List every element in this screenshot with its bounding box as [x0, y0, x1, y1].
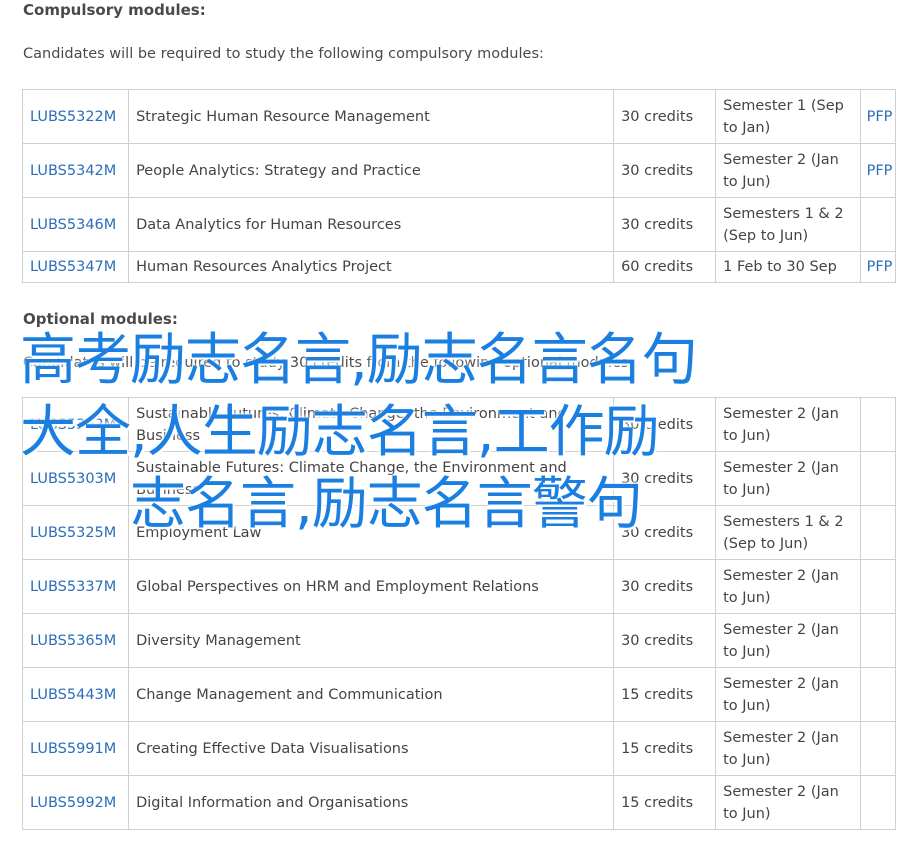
optional-modules-intro: Candidates will be required to study 30 …	[23, 355, 634, 371]
module-title: Creating Effective Data Visualisations	[128, 721, 615, 776]
module-semester: Semesters 1 & 2 (Sep to Jun)	[715, 505, 861, 560]
compulsory-modules-table: LUBS5322M Strategic Human Resource Manag…	[21, 89, 897, 283]
module-title: Sustainable Futures: Climate Change, the…	[128, 451, 615, 506]
module-code-link[interactable]: LUBS5325M	[30, 525, 116, 541]
module-code-link[interactable]: LUBS5337M	[30, 579, 116, 595]
module-title: Human Resources Analytics Project	[128, 251, 615, 283]
module-pfp	[859, 451, 897, 506]
module-listing-page: Compulsory modules: Candidates will be r…	[0, 0, 916, 845]
module-title: Sustainable Futures: Climate Change, the…	[128, 397, 615, 452]
module-credits: 30 credits	[613, 397, 717, 452]
pfp-link[interactable]: PFP	[867, 259, 893, 275]
module-code-link[interactable]: LUBS5347M	[30, 259, 116, 275]
table-row: LUBS5342M People Analytics: Strategy and…	[21, 143, 897, 198]
module-semester: Semester 2 (Jan to Jun)	[715, 143, 861, 198]
module-pfp	[859, 613, 897, 668]
table-row: LUBS5365M Diversity Management 30 credit…	[21, 613, 897, 668]
module-pfp	[859, 397, 897, 452]
module-semester: Semester 2 (Jan to Jun)	[715, 397, 861, 452]
module-code-link[interactable]: LUBS5365M	[30, 633, 116, 649]
table-row: LUBS5347M Human Resources Analytics Proj…	[21, 251, 897, 283]
table-row: LUBS5991M Creating Effective Data Visual…	[21, 721, 897, 776]
module-code-link[interactable]: LUBS5303M	[30, 471, 116, 487]
module-credits: 30 credits	[613, 451, 717, 506]
module-semester: 1 Feb to 30 Sep	[715, 251, 861, 283]
module-semester: Semester 2 (Jan to Jun)	[715, 613, 861, 668]
module-title: People Analytics: Strategy and Practice	[128, 143, 615, 198]
pfp-link[interactable]: PFP	[867, 109, 893, 125]
table-row: LUBS5325M Employment Law 30 credits Seme…	[21, 505, 897, 560]
module-semester: Semesters 1 & 2 (Sep to Jun)	[715, 197, 861, 252]
module-code-link[interactable]: LUBS5991M	[30, 741, 116, 757]
module-credits: 30 credits	[613, 505, 717, 560]
table-row: LUBS5337M Global Perspectives on HRM and…	[21, 559, 897, 614]
module-code-link[interactable]: LUBS5302M	[30, 417, 116, 433]
pfp-link[interactable]: PFP	[867, 163, 893, 179]
module-pfp	[859, 775, 897, 830]
table-row: LUBS5443M Change Management and Communic…	[21, 667, 897, 722]
module-code-link[interactable]: LUBS5342M	[30, 163, 116, 179]
compulsory-modules-intro: Candidates will be required to study the…	[23, 46, 544, 62]
module-title: Diversity Management	[128, 613, 615, 668]
module-credits: 30 credits	[613, 89, 717, 144]
module-semester: Semester 2 (Jan to Jun)	[715, 775, 861, 830]
module-credits: 15 credits	[613, 721, 717, 776]
module-semester: Semester 2 (Jan to Jun)	[715, 451, 861, 506]
module-title: Change Management and Communication	[128, 667, 615, 722]
table-row: LUBS5992M Digital Information and Organi…	[21, 775, 897, 830]
module-semester: Semester 2 (Jan to Jun)	[715, 559, 861, 614]
module-code-link[interactable]: LUBS5992M	[30, 795, 116, 811]
table-row: LUBS5303M Sustainable Futures: Climate C…	[21, 451, 897, 506]
table-row: LUBS5322M Strategic Human Resource Manag…	[21, 89, 897, 144]
module-pfp	[859, 667, 897, 722]
module-title: Data Analytics for Human Resources	[128, 197, 615, 252]
module-semester: Semester 2 (Jan to Jun)	[715, 721, 861, 776]
module-credits: 30 credits	[613, 143, 717, 198]
module-title: Digital Information and Organisations	[128, 775, 615, 830]
module-code-link[interactable]: LUBS5443M	[30, 687, 116, 703]
table-row: LUBS5346M Data Analytics for Human Resou…	[21, 197, 897, 252]
module-credits: 30 credits	[613, 559, 717, 614]
module-credits: 15 credits	[613, 667, 717, 722]
module-code-link[interactable]: LUBS5322M	[30, 109, 116, 125]
optional-modules-table: LUBS5302M Sustainable Futures: Climate C…	[21, 397, 897, 830]
module-code-link[interactable]: LUBS5346M	[30, 217, 116, 233]
module-title: Employment Law	[128, 505, 615, 560]
compulsory-modules-heading: Compulsory modules:	[23, 1, 206, 19]
module-pfp	[859, 721, 897, 776]
table-row: LUBS5302M Sustainable Futures: Climate C…	[21, 397, 897, 452]
module-pfp	[859, 505, 897, 560]
module-semester: Semester 1 (Sep to Jan)	[715, 89, 861, 144]
module-title: Strategic Human Resource Management	[128, 89, 615, 144]
module-credits: 15 credits	[613, 775, 717, 830]
module-credits: 30 credits	[613, 197, 717, 252]
optional-modules-heading: Optional modules:	[23, 310, 178, 328]
module-title: Global Perspectives on HRM and Employmen…	[128, 559, 615, 614]
module-pfp	[859, 559, 897, 614]
module-semester: Semester 2 (Jan to Jun)	[715, 667, 861, 722]
module-credits: 60 credits	[613, 251, 717, 283]
module-credits: 30 credits	[613, 613, 717, 668]
